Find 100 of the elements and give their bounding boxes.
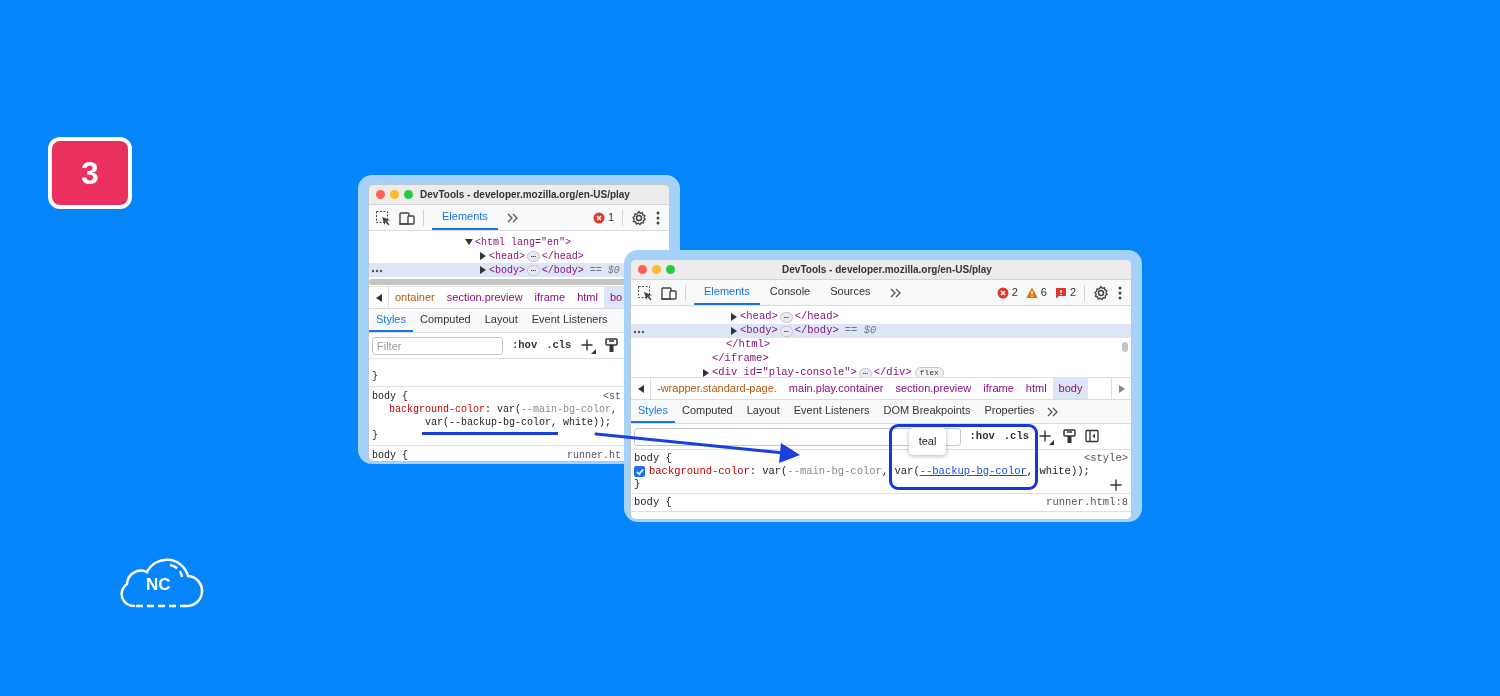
checkmark-icon bbox=[635, 467, 644, 476]
filter-input[interactable]: Filter bbox=[372, 336, 503, 355]
selected-node-marker: == $0 bbox=[589, 263, 620, 278]
warning-counter[interactable]: 6 bbox=[1025, 284, 1047, 301]
sidebar-tab[interactable]: Styles bbox=[369, 309, 413, 332]
right-triangle-icon bbox=[1118, 384, 1125, 393]
breadcrumb-item[interactable]: html bbox=[571, 287, 604, 308]
stylesheet-link[interactable]: runner.html:8 bbox=[1046, 496, 1128, 509]
css-value: , bbox=[611, 403, 618, 416]
row-menu-dots-icon[interactable] bbox=[633, 330, 645, 334]
row-menu-dots-icon[interactable] bbox=[371, 269, 383, 273]
paint-roller-icon[interactable] bbox=[605, 337, 619, 354]
breadcrumb-item[interactable]: body bbox=[1052, 378, 1089, 399]
expand-ellipsis-button[interactable]: ⋯ bbox=[527, 250, 540, 262]
html-tag: <body> bbox=[740, 323, 778, 339]
state-toggle-button[interactable]: :hov bbox=[512, 337, 538, 354]
expand-ellipsis-button[interactable]: ⋯ bbox=[779, 311, 793, 323]
add-property-icon[interactable] bbox=[1110, 478, 1122, 491]
breadcrumb-item[interactable]: main.play.container bbox=[782, 378, 890, 399]
breadcrumb-item[interactable]: section.preview bbox=[889, 378, 978, 399]
inspect-element-icon[interactable] bbox=[375, 209, 391, 226]
panel-tab[interactable]: Console bbox=[759, 280, 821, 305]
panel-tab[interactable]: Sources bbox=[820, 280, 881, 305]
selected-node-marker: == $0 bbox=[844, 323, 877, 339]
settings-icon[interactable] bbox=[1093, 284, 1109, 301]
panel-tab[interactable]: Elements bbox=[694, 280, 760, 305]
collapsed-triangle-icon[interactable] bbox=[702, 369, 710, 377]
html-closing-tag: </html> bbox=[726, 337, 771, 353]
more-options-icon[interactable] bbox=[1117, 284, 1123, 301]
css-value: var( bbox=[497, 403, 522, 416]
breadcrumb-item[interactable]: -wrapper.standard-page. bbox=[651, 378, 783, 399]
html-tag: <html lang="en"> bbox=[475, 234, 571, 250]
css-selector: body { bbox=[372, 449, 408, 461]
sidebar-tab[interactable]: Computed bbox=[412, 309, 478, 332]
logo-text: NC bbox=[146, 576, 171, 593]
css-variable-link[interactable]: --backup-bg-color bbox=[919, 465, 1027, 478]
css-property: background-color bbox=[649, 465, 750, 478]
expand-ellipsis-button[interactable]: ⋯ bbox=[527, 264, 540, 276]
tooltip: teal bbox=[909, 428, 946, 455]
warning-icon bbox=[1025, 286, 1038, 299]
window-title: DevTools - developer.mozilla.org/en-US/play bbox=[782, 263, 992, 277]
sidebar-tab[interactable]: Styles bbox=[631, 400, 675, 423]
sidebar-tab[interactable]: Computed bbox=[674, 400, 740, 423]
error-counter[interactable]: 2 bbox=[996, 284, 1018, 301]
css-value: var(--backup-bg-color, white)); bbox=[425, 416, 612, 429]
sidebar-toggle-icon[interactable] bbox=[1085, 428, 1099, 445]
error-icon bbox=[592, 211, 605, 224]
device-toolbar-icon[interactable] bbox=[399, 209, 415, 226]
close-button[interactable] bbox=[376, 190, 385, 199]
new-style-rule-icon[interactable] bbox=[580, 337, 597, 354]
vertical-scrollbar-thumb[interactable] bbox=[1122, 342, 1128, 352]
html-closing-tag: </div> bbox=[873, 365, 912, 377]
closing-brace: } bbox=[372, 429, 378, 442]
paint-roller-icon[interactable] bbox=[1063, 428, 1076, 445]
sidebar-tab[interactable]: Event Listeners bbox=[524, 309, 615, 332]
sidebar-tab[interactable]: Event Listeners bbox=[786, 400, 877, 423]
breadcrumb-item[interactable]: html bbox=[1019, 378, 1053, 399]
html-closing-tag: </body> bbox=[541, 262, 584, 278]
css-variable-name: --main-bg-color bbox=[521, 403, 612, 416]
breadcrumb-item[interactable]: iframe bbox=[977, 378, 1020, 399]
sidebar-tab[interactable]: DOM Breakpoints bbox=[876, 400, 978, 423]
settings-icon[interactable] bbox=[631, 209, 647, 226]
inspect-element-icon[interactable] bbox=[637, 284, 653, 301]
device-toolbar-icon[interactable] bbox=[661, 284, 677, 301]
state-toggle-button[interactable]: .cls bbox=[1003, 428, 1029, 445]
stylesheet-link[interactable]: runner.ht bbox=[567, 449, 621, 461]
html-closing-tag: </iframe> bbox=[712, 351, 769, 367]
breadcrumb-item[interactable]: ontainer bbox=[389, 287, 441, 308]
sidebar-tab[interactable]: Layout bbox=[477, 309, 525, 332]
sidebar-tab[interactable]: Layout bbox=[739, 400, 787, 423]
step-number-badge: 3 bbox=[48, 137, 132, 209]
html-tag: <div id="play-console"> bbox=[712, 365, 857, 377]
new-style-rule-icon[interactable] bbox=[1038, 428, 1054, 445]
error-icon bbox=[996, 286, 1009, 299]
expanded-triangle-icon[interactable] bbox=[465, 238, 473, 246]
css-property: background-color bbox=[389, 403, 485, 416]
expand-ellipsis-button[interactable]: ⋯ bbox=[779, 325, 793, 337]
html-tag: <head> bbox=[740, 309, 778, 325]
html-closing-tag: </head> bbox=[794, 309, 839, 325]
stylesheet-link[interactable]: <st bbox=[603, 390, 621, 403]
more-options-icon[interactable] bbox=[655, 209, 661, 226]
window-title: DevTools - developer.mozilla.org/en-US/play bbox=[420, 188, 630, 202]
issue-counter[interactable]: 2 bbox=[1054, 284, 1076, 301]
stylesheet-link[interactable]: <style> bbox=[1083, 452, 1128, 465]
sidebar-tab[interactable]: Properties bbox=[977, 400, 1042, 423]
error-counter[interactable]: 1 bbox=[592, 209, 614, 226]
html-closing-tag: </head> bbox=[541, 248, 584, 264]
colon: : bbox=[485, 403, 492, 416]
state-toggle-button[interactable]: :hov bbox=[969, 428, 995, 445]
closing-brace: } bbox=[634, 478, 641, 491]
panel-tab[interactable]: Elements bbox=[432, 205, 498, 230]
html-closing-tag: </body> bbox=[794, 323, 839, 339]
breadcrumb-item[interactable]: section.preview bbox=[440, 287, 529, 308]
close-button[interactable] bbox=[638, 265, 647, 274]
css-value: , white)); bbox=[1026, 465, 1090, 478]
html-tag: <body> bbox=[489, 262, 525, 278]
breadcrumb-item[interactable]: iframe bbox=[528, 287, 572, 308]
property-checkbox[interactable] bbox=[634, 466, 645, 477]
state-toggle-button[interactable]: .cls bbox=[546, 337, 572, 354]
closing-brace: } bbox=[372, 370, 378, 383]
